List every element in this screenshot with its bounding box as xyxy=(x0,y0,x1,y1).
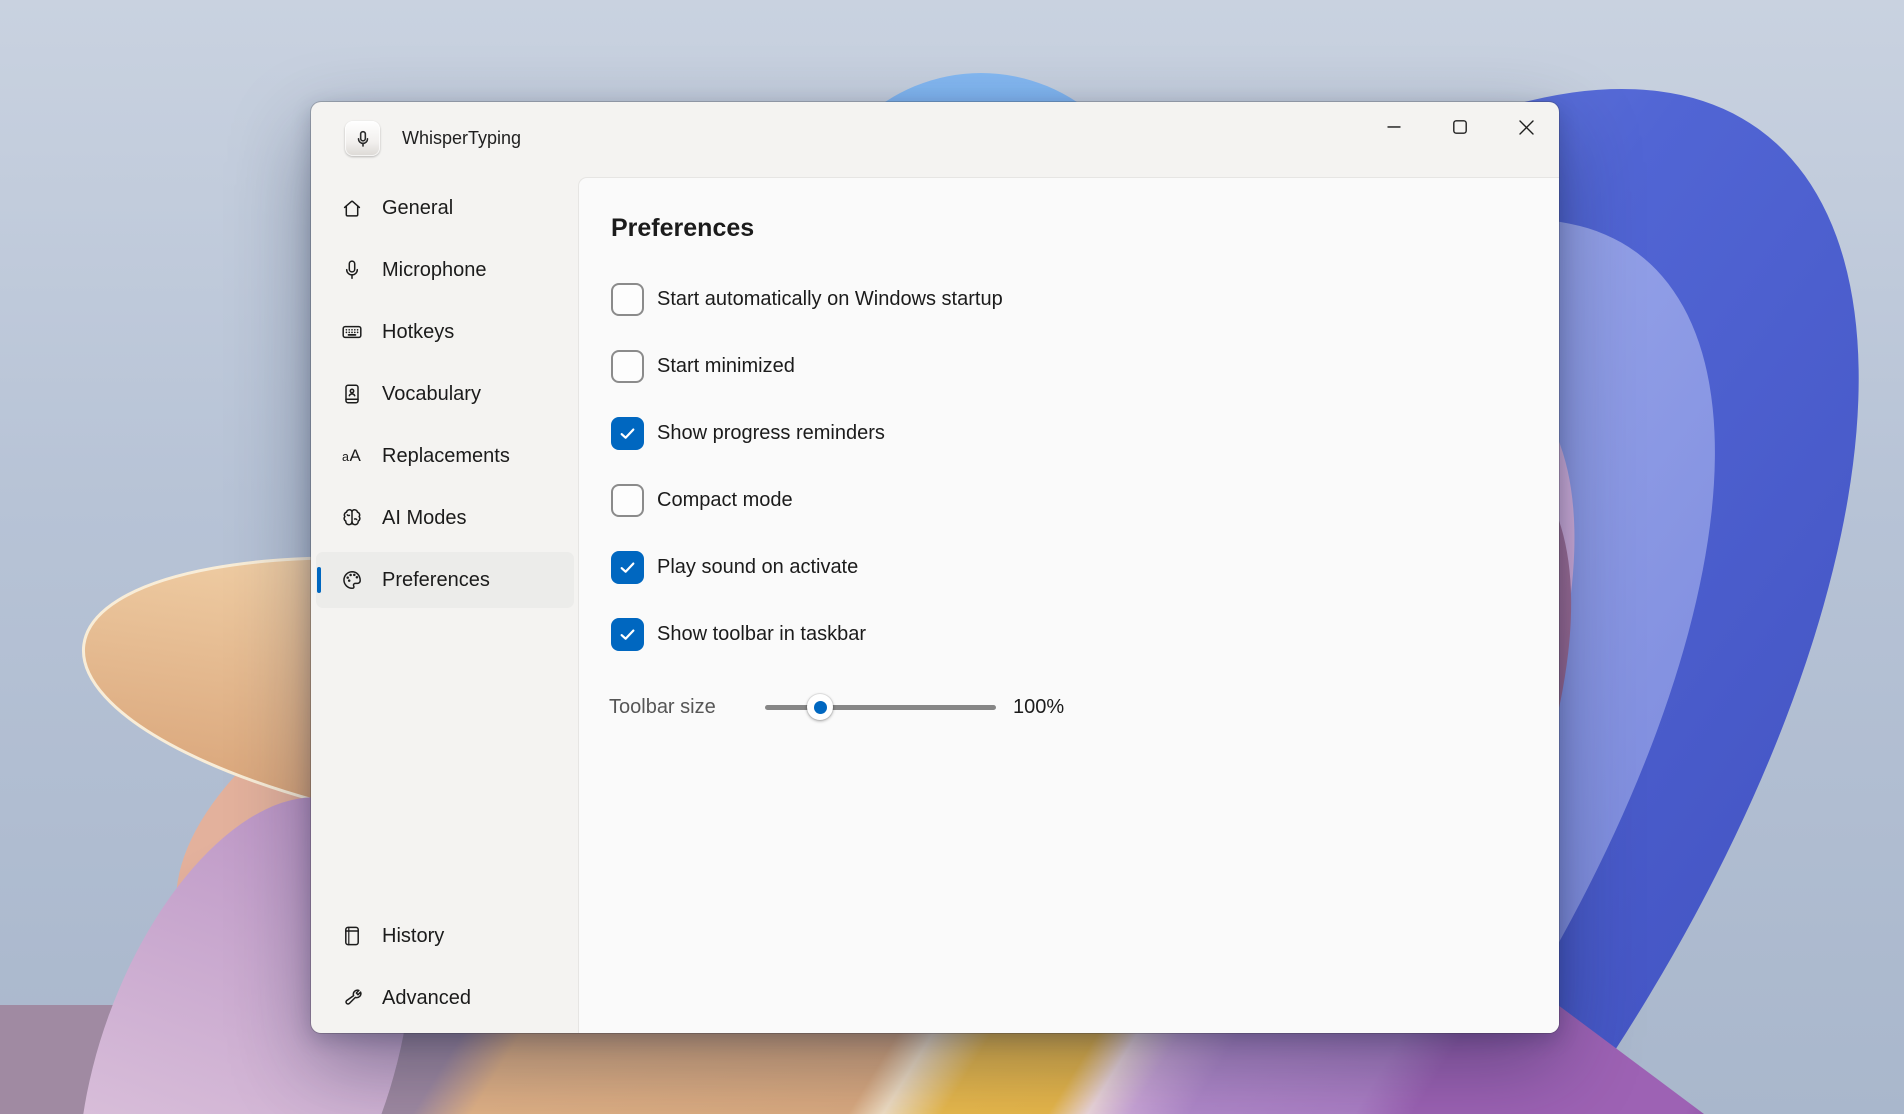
checkbox-row-play-sound: Play sound on activate xyxy=(607,551,1519,584)
sidebar-item-vocabulary[interactable]: Vocabulary xyxy=(316,366,574,422)
titlebar[interactable]: WhisperTyping xyxy=(311,102,1559,175)
sidebar-item-label: Replacements xyxy=(382,444,510,467)
checkbox[interactable] xyxy=(611,618,644,651)
maximize-button[interactable] xyxy=(1427,102,1493,152)
sidebar-item-hotkeys[interactable]: Hotkeys xyxy=(316,304,574,360)
microphone-icon xyxy=(340,258,364,282)
check-icon xyxy=(620,629,635,640)
sidebar-item-history[interactable]: History xyxy=(316,908,574,964)
checkbox-row-start-minimized: Start minimized xyxy=(607,350,1519,383)
sidebar-main-list: General Microphone Hotkeys Vocabulary a … xyxy=(316,180,574,614)
sidebar-item-label: Microphone xyxy=(382,258,487,281)
app-logo xyxy=(345,121,380,156)
sidebar-item-preferences[interactable]: Preferences xyxy=(316,552,574,608)
home-icon xyxy=(340,196,364,220)
checkbox[interactable] xyxy=(611,417,644,450)
slider-value: 100% xyxy=(1013,695,1065,718)
vocabulary-icon xyxy=(340,382,364,406)
sidebar-item-label: Vocabulary xyxy=(382,382,481,405)
minimize-icon xyxy=(1387,126,1401,128)
minimize-button[interactable] xyxy=(1361,102,1427,152)
check-icon xyxy=(620,562,635,573)
checkbox-label[interactable]: Show toolbar in taskbar xyxy=(657,623,866,646)
checkbox-row-compact-mode: Compact mode xyxy=(607,484,1519,517)
checkbox-row-autostart: Start automatically on Windows startup xyxy=(607,283,1519,316)
sidebar-item-label: History xyxy=(382,924,445,947)
sidebar-item-advanced[interactable]: Advanced xyxy=(316,970,574,1026)
sidebar-item-label: AI Modes xyxy=(382,506,467,529)
sidebar-item-general[interactable]: General xyxy=(316,180,574,236)
checkbox[interactable] xyxy=(611,350,644,383)
sidebar-item-label: Advanced xyxy=(382,986,471,1009)
check-icon xyxy=(620,428,635,439)
sidebar-item-microphone[interactable]: Microphone xyxy=(316,242,574,298)
history-icon xyxy=(340,924,364,948)
toolbar-size-slider[interactable] xyxy=(765,693,996,721)
checkbox-row-progress-reminders: Show progress reminders xyxy=(607,417,1519,450)
checkbox-label[interactable]: Play sound on activate xyxy=(657,556,858,579)
svg-text:a: a xyxy=(342,450,349,464)
toolbar-size-slider-thumb[interactable] xyxy=(807,694,834,720)
slider-track[interactable] xyxy=(765,704,996,710)
sidebar-item-replacements[interactable]: aA Replacements xyxy=(316,428,574,484)
settings-panel: Preferences Start automatically on Windo… xyxy=(578,177,1559,1033)
checkbox[interactable] xyxy=(611,551,644,584)
caption-controls xyxy=(1361,102,1559,158)
toolbar-size-row: Toolbar size 100% xyxy=(607,693,1519,721)
page-title: Preferences xyxy=(611,214,755,242)
selection-indicator xyxy=(317,567,321,593)
checkbox-label[interactable]: Show progress reminders xyxy=(657,422,885,445)
replacements-icon: aA xyxy=(340,444,364,468)
maximize-icon xyxy=(1453,120,1467,134)
checkbox[interactable] xyxy=(611,484,644,517)
brain-icon xyxy=(340,506,364,530)
sidebar-item-label: Hotkeys xyxy=(382,320,455,343)
palette-icon xyxy=(340,568,364,592)
sidebar-item-ai-modes[interactable]: AI Modes xyxy=(316,490,574,546)
keyboard-icon xyxy=(340,320,364,344)
close-button[interactable] xyxy=(1493,102,1559,152)
close-icon xyxy=(1518,119,1534,135)
checkbox[interactable] xyxy=(611,283,644,316)
checkbox-label[interactable]: Start minimized xyxy=(657,355,795,378)
sidebar-item-label: Preferences xyxy=(382,568,490,591)
app-window: WhisperTyping General Microphone Hotkeys… xyxy=(311,102,1559,1033)
sidebar-nav: General Microphone Hotkeys Vocabulary a … xyxy=(311,175,579,1033)
checkbox-row-toolbar-taskbar: Show toolbar in taskbar xyxy=(607,618,1519,651)
window-title: WhisperTyping xyxy=(402,128,522,148)
slider-label: Toolbar size xyxy=(609,695,716,718)
svg-text:A: A xyxy=(350,446,362,465)
sidebar-item-label: General xyxy=(382,196,454,219)
checkbox-label[interactable]: Compact mode xyxy=(657,489,793,512)
wrench-icon xyxy=(340,986,364,1010)
microphone-icon xyxy=(357,130,368,147)
checkbox-label[interactable]: Start automatically on Windows startup xyxy=(657,288,1003,311)
sidebar-footer-list: History Advanced xyxy=(316,908,574,1026)
